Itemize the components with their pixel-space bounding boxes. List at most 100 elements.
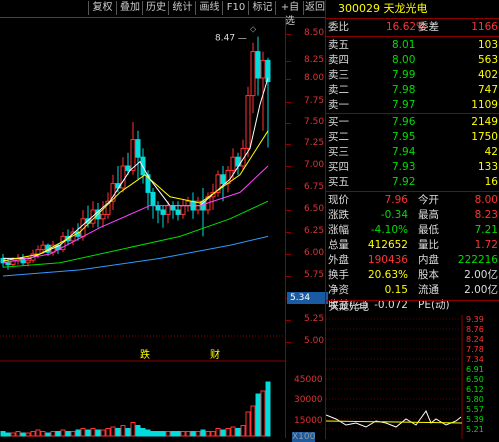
stat-label: 量比 xyxy=(418,239,439,251)
bid-price: 7.93 xyxy=(392,161,416,173)
candle-body xyxy=(5,262,11,266)
volume-bar xyxy=(130,422,136,437)
volume-bar xyxy=(165,431,171,437)
price-tick-mark xyxy=(286,276,291,277)
candle-body xyxy=(150,191,156,207)
stat-value: 20.63% xyxy=(367,269,408,281)
toolbar-button-5[interactable]: F10 xyxy=(222,1,249,15)
toolbar-button-0[interactable]: 复权 xyxy=(88,1,116,15)
price-tick-mark xyxy=(286,320,291,321)
stat-value: 0.15 xyxy=(384,284,408,296)
mini-tick: 5.39 xyxy=(466,415,484,424)
mini-tick: 6.91 xyxy=(466,365,484,374)
stat-value: 8.23 xyxy=(474,209,498,221)
stat-value: 190436 xyxy=(367,254,408,266)
bid-label: 买四 xyxy=(328,161,349,173)
candle-body xyxy=(255,51,261,79)
stat-value: 2.00亿 xyxy=(464,269,498,281)
bid-label: 买三 xyxy=(328,146,349,158)
candle-body xyxy=(155,205,161,211)
candle-body xyxy=(175,209,181,215)
candle-body xyxy=(120,165,126,189)
price-tick-mark xyxy=(286,34,291,35)
price-tick-mark xyxy=(286,342,291,343)
candle-body xyxy=(180,205,186,215)
price-tick: 8.00 xyxy=(304,73,325,83)
stat-label: 流通 xyxy=(418,284,439,296)
ask-label: 卖四 xyxy=(328,54,349,66)
bid-label: 买一 xyxy=(328,116,349,128)
candle-body xyxy=(165,205,171,215)
toolbar-button-1[interactable]: 叠加 xyxy=(116,1,143,15)
candle-body xyxy=(230,156,236,171)
bid-price: 7.94 xyxy=(392,146,416,158)
volume-bar xyxy=(75,429,81,437)
volume-bar xyxy=(40,431,46,437)
candle-body xyxy=(220,174,226,185)
bid-row: 买三 7.94 42 xyxy=(326,145,499,160)
stat-label: 股本 xyxy=(418,269,439,281)
volume-bar xyxy=(65,431,71,437)
price-tick-mark xyxy=(286,188,291,189)
volume-bar xyxy=(80,428,86,437)
bid-price: 7.96 xyxy=(392,116,416,128)
volume-bar xyxy=(225,428,231,437)
stat-row: 涨幅 -4.10% 最低 7.21 xyxy=(326,223,499,238)
mini-chart-panel: 天龙光电 9.39 8.76 8.24 7.78 7.34 6.91 6.50 6.12 5.8… xyxy=(325,300,499,439)
mini-chart-title: 天龙光电 xyxy=(329,302,369,313)
annotation-die: 跌 xyxy=(140,348,150,361)
ask-row: 卖一 7.97 1109 xyxy=(326,98,499,113)
stat-value: 412652 xyxy=(367,239,408,251)
weicha-value: 1166 xyxy=(471,21,498,33)
toolbar-button-3[interactable]: 统计 xyxy=(168,1,196,15)
price-tick: 5.75 xyxy=(304,270,325,280)
toolbar-button-7[interactable]: +自选 xyxy=(275,1,304,27)
candle-body xyxy=(185,200,191,207)
price-axis: 8.50 8.25 8.00 7.75 7.50 7.25 7.00 6.75 6.50 6.25… xyxy=(285,18,326,442)
ask-volume: 103 xyxy=(477,39,498,51)
separator xyxy=(326,113,499,114)
price-tick-mark xyxy=(286,102,291,103)
kline-chart[interactable]: 8.47 —◇ 跌 财 xyxy=(0,18,285,438)
volume-bar xyxy=(220,429,226,437)
ma30-line xyxy=(2,200,269,268)
stat-value: 222216 xyxy=(457,254,498,266)
stock-code: 300029 xyxy=(338,2,380,15)
price-tick: 6.25 xyxy=(304,226,325,236)
volume-bar xyxy=(230,426,236,437)
volume-bar xyxy=(260,390,266,437)
volume-bar xyxy=(180,431,186,437)
mini-tick: 7.78 xyxy=(466,345,484,354)
toolbar-button-8[interactable]: 返回 xyxy=(303,1,326,15)
mini-tick: 6.50 xyxy=(466,375,484,384)
volume-bar xyxy=(55,431,61,437)
toolbar-button-4[interactable]: 画线 xyxy=(195,1,223,15)
volume-bar xyxy=(15,431,21,437)
stat-value: 1.72 xyxy=(474,239,498,251)
stat-row: 换手 20.63% 股本 2.00亿 xyxy=(326,268,499,283)
bid-label: 买二 xyxy=(328,131,349,143)
stat-label: 内盘 xyxy=(418,254,439,266)
volume-bar xyxy=(250,405,256,437)
volume-tick: 45000 xyxy=(294,375,323,385)
volume-bar xyxy=(185,431,191,437)
diamond-marker: ◇ xyxy=(250,25,257,34)
candle-body xyxy=(125,165,131,171)
stat-label: 现价 xyxy=(328,194,349,206)
volume-bar xyxy=(235,428,241,437)
volume-bar xyxy=(60,429,66,437)
stat-row: 现价 7.96 今开 8.00 xyxy=(326,193,499,208)
ask-price: 7.99 xyxy=(392,69,416,81)
price-tick-mark xyxy=(286,61,291,62)
current-price-tag: 5.34 xyxy=(287,292,328,304)
toolbar-button-6[interactable]: 标记 xyxy=(248,1,276,15)
volume-bar xyxy=(110,426,116,437)
mini-tick: 5.57 xyxy=(466,405,484,414)
volume-bar xyxy=(135,425,141,437)
stock-title: 300029 天龙光电 xyxy=(326,0,499,19)
ask-row: 卖三 7.99 402 xyxy=(326,68,499,83)
toolbar-button-2[interactable]: 历史 xyxy=(142,1,169,15)
volume-bar xyxy=(210,431,216,437)
stat-label: 换手 xyxy=(328,269,349,281)
bid-volume: 1750 xyxy=(471,131,498,143)
